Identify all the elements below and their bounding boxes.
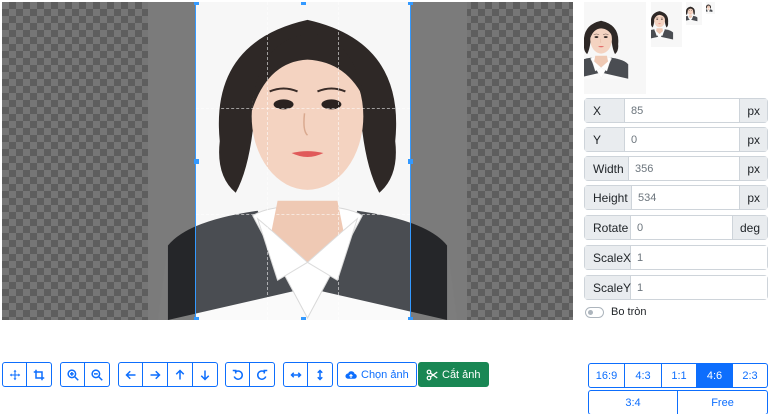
crop-handle-w[interactable]: [194, 159, 199, 164]
rotate-right-icon: [257, 369, 268, 380]
crop-mode-button[interactable]: [27, 362, 52, 387]
arrow-down-icon: [200, 370, 210, 381]
move-up-button[interactable]: [168, 362, 193, 387]
width-label: Width: [585, 157, 629, 180]
crop-guide: [338, 2, 339, 320]
crop-handle-sw[interactable]: [194, 317, 199, 320]
move-icon: [9, 369, 20, 380]
move-left-button[interactable]: [118, 362, 143, 387]
arrow-right-icon: [150, 370, 161, 379]
rotate-left-button[interactable]: [225, 362, 250, 387]
y-label: Y: [585, 128, 625, 151]
scalex-label: ScaleX: [585, 246, 631, 269]
scalex-input[interactable]: 1: [631, 246, 767, 269]
flip-horizontal-button[interactable]: [283, 362, 308, 387]
y-field: Y 0 px: [584, 127, 768, 152]
y-unit: px: [739, 128, 767, 151]
rotate-field: Rotate 0 deg: [584, 215, 768, 240]
zoom-in-button[interactable]: [60, 362, 85, 387]
rotate-unit: deg: [731, 216, 767, 239]
scaley-field: ScaleY 1: [584, 275, 768, 300]
move-mode-button[interactable]: [2, 362, 27, 387]
move-group: [118, 362, 218, 387]
move-down-button[interactable]: [193, 362, 218, 387]
crop-handle-e[interactable]: [408, 159, 413, 164]
crop-handle-n[interactable]: [301, 2, 306, 5]
crop-handle-nw[interactable]: [194, 2, 199, 5]
scissors-icon: [426, 369, 438, 380]
x-label: X: [585, 99, 625, 122]
scaley-input[interactable]: 1: [631, 276, 767, 299]
ratio-4-3-button[interactable]: 4:3: [625, 363, 662, 388]
arrows-horizontal-icon: [289, 371, 302, 378]
rotate-input[interactable]: 0: [631, 216, 732, 239]
crop-guide: [196, 214, 410, 215]
preview-small: [686, 2, 702, 25]
crop-guide: [267, 2, 268, 320]
scalex-field: ScaleX 1: [584, 245, 768, 270]
crop-image-label: Cắt ảnh: [442, 368, 481, 381]
zoom-group: [60, 362, 110, 387]
move-right-button[interactable]: [143, 362, 168, 387]
rotate-right-button[interactable]: [250, 362, 275, 387]
height-input[interactable]: 534: [632, 186, 740, 209]
ratio-3-4-button[interactable]: 3:4: [588, 390, 678, 414]
zoom-out-button[interactable]: [85, 362, 110, 387]
height-label: Height: [585, 186, 632, 209]
round-toggle-label: Bo tròn: [611, 306, 647, 318]
crop-guide: [196, 108, 410, 109]
arrow-left-icon: [124, 370, 135, 379]
rotate-group: [225, 362, 275, 387]
x-field: X 85 px: [584, 98, 768, 123]
aspect-ratio-row-2: 3:4 Free: [588, 390, 768, 414]
round-toggle-switch[interactable]: [585, 306, 604, 318]
cloud-upload-icon: [345, 370, 357, 379]
zoom-out-icon: [91, 368, 103, 381]
y-input[interactable]: 0: [625, 128, 740, 151]
height-unit: px: [739, 186, 767, 209]
width-unit: px: [739, 157, 767, 180]
crop-handle-s[interactable]: [301, 317, 306, 320]
rotate-label: Rotate: [585, 216, 631, 239]
preview-large: [584, 2, 646, 94]
height-field: Height 534 px: [584, 185, 768, 210]
crop-icon: [33, 369, 45, 380]
mode-group: [2, 362, 52, 387]
crop-box[interactable]: [195, 2, 411, 320]
width-input[interactable]: 356: [629, 157, 740, 180]
zoom-in-icon: [66, 368, 79, 381]
width-field: Width 356 px: [584, 156, 768, 181]
crop-handle-ne[interactable]: [408, 2, 413, 5]
ratio-free-button[interactable]: Free: [678, 390, 768, 414]
arrow-up-icon: [175, 368, 185, 379]
crop-image-button[interactable]: Cắt ảnh: [418, 362, 489, 387]
arrows-vertical-icon: [317, 368, 323, 381]
ratio-2-3-button[interactable]: 2:3: [733, 363, 768, 388]
crop-canvas[interactable]: [2, 2, 573, 320]
flip-vertical-button[interactable]: [308, 362, 333, 387]
choose-image-button[interactable]: Chọn ảnh: [337, 362, 417, 387]
x-unit: px: [739, 99, 767, 122]
preview-xsmall: [706, 2, 715, 14]
scaley-label: ScaleY: [585, 276, 631, 299]
ratio-16-9-button[interactable]: 16:9: [588, 363, 625, 388]
aspect-ratio-row-1: 16:9 4:3 1:1 4:6 2:3: [588, 363, 768, 388]
crop-handle-se[interactable]: [408, 317, 413, 320]
flip-group: [283, 362, 333, 387]
ratio-4-6-button[interactable]: 4:6: [697, 363, 733, 388]
ratio-1-1-button[interactable]: 1:1: [662, 363, 697, 388]
round-toggle-row: Bo tròn: [585, 306, 646, 318]
rotate-left-icon: [232, 369, 243, 380]
preview-medium: [651, 2, 682, 47]
choose-image-label: Chọn ảnh: [361, 368, 409, 381]
x-input[interactable]: 85: [625, 99, 740, 122]
